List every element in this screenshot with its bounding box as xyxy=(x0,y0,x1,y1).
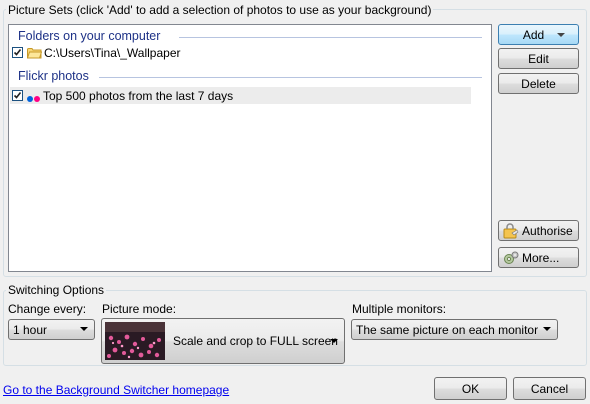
homepage-link[interactable]: Go to the Background Switcher homepage xyxy=(3,383,229,397)
checkbox-flickr[interactable] xyxy=(12,90,23,101)
flickr-heading: Flickr photos xyxy=(18,69,89,83)
edit-button[interactable]: Edit xyxy=(498,48,579,69)
picture-sets-list[interactable]: Folders on your computer C:\Users\Tina\_… xyxy=(8,24,492,272)
folders-divider xyxy=(179,37,482,38)
list-item-flickr[interactable]: Top 500 photos from the last 7 days xyxy=(10,87,471,104)
picture-mode-value: Scale and crop to FULL screen xyxy=(173,334,338,348)
flickr-set-label: Top 500 photos from the last 7 days xyxy=(43,88,234,103)
flickr-divider xyxy=(99,77,482,78)
folder-icon xyxy=(26,47,43,59)
picture-mode-thumbnail xyxy=(105,322,165,360)
picture-sets-title: Picture Sets (click 'Add' to add a selec… xyxy=(6,3,434,17)
lock-icon xyxy=(503,222,519,239)
chevron-down-icon xyxy=(543,327,551,331)
change-every-value: 1 hour xyxy=(13,322,48,337)
chevron-down-icon xyxy=(330,339,338,343)
folders-heading: Folders on your computer xyxy=(18,29,161,43)
gear-icon xyxy=(503,250,519,266)
add-button-label: Add xyxy=(522,27,545,42)
delete-button[interactable]: Delete xyxy=(498,73,579,94)
picture-mode-select[interactable]: Scale and crop to FULL screen xyxy=(101,318,345,364)
edit-button-label: Edit xyxy=(528,51,549,66)
multiple-monitors-value: The same picture on each monitor xyxy=(356,322,539,337)
authorise-button-label: Authorise xyxy=(522,223,573,238)
multiple-monitors-select[interactable]: The same picture on each monitor xyxy=(351,319,558,340)
add-button[interactable]: Add xyxy=(498,24,579,45)
dropdown-arrow-icon xyxy=(557,33,565,37)
picture-mode-label: Picture mode: xyxy=(102,302,177,316)
chevron-down-icon xyxy=(80,327,88,331)
change-every-select[interactable]: 1 hour xyxy=(8,319,95,340)
ok-button[interactable]: OK xyxy=(434,377,507,400)
cancel-button[interactable]: Cancel xyxy=(513,377,586,400)
folder-path: C:\Users\Tina\_Wallpaper xyxy=(44,45,181,60)
cancel-button-label: Cancel xyxy=(530,381,569,396)
more-button-label: More... xyxy=(522,250,560,265)
more-button[interactable]: More... xyxy=(498,247,579,268)
ok-button-label: OK xyxy=(461,381,480,396)
checkbox-folder[interactable] xyxy=(12,47,23,58)
authorise-button[interactable]: Authorise xyxy=(498,220,579,241)
change-every-label: Change every: xyxy=(8,302,87,316)
list-item-folder[interactable]: C:\Users\Tina\_Wallpaper xyxy=(10,44,471,61)
multiple-monitors-label: Multiple monitors: xyxy=(352,302,447,316)
flickr-icon xyxy=(26,92,42,102)
delete-button-label: Delete xyxy=(521,76,556,91)
switching-options-title: Switching Options xyxy=(6,283,107,297)
